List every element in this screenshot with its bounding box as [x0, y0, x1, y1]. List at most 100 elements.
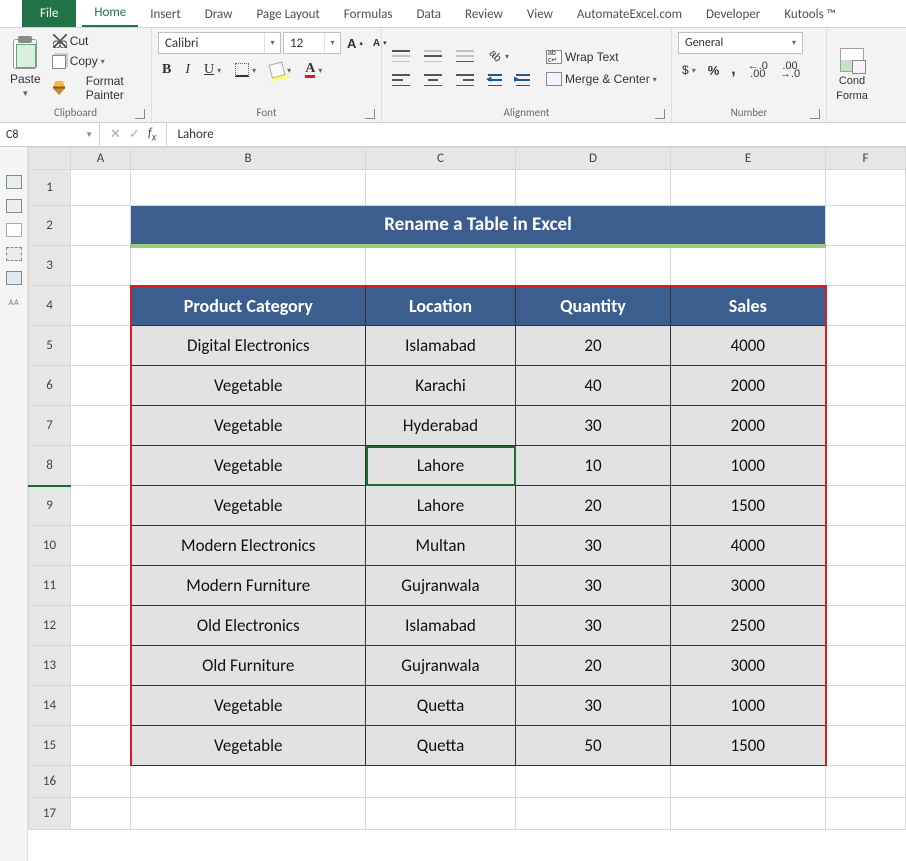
table-cell[interactable]: Gujranwala [366, 646, 516, 686]
cell[interactable] [826, 170, 906, 206]
dialog-launcher-icon[interactable] [810, 109, 820, 119]
tab-draw[interactable]: Draw [193, 1, 245, 27]
dialog-launcher-icon[interactable] [365, 109, 375, 119]
row-header[interactable]: 8 [29, 446, 71, 486]
table-cell[interactable]: 20 [516, 486, 671, 526]
tab-formulas[interactable]: Formulas [332, 1, 405, 27]
row-header[interactable]: 16 [29, 766, 71, 798]
cell[interactable] [826, 566, 906, 606]
align-left-button[interactable] [388, 71, 414, 89]
table-cell[interactable]: 3000 [671, 646, 826, 686]
conditional-formatting-button[interactable]: Cond Forma [834, 46, 870, 104]
tab-insert[interactable]: Insert [138, 1, 193, 27]
cell[interactable] [71, 246, 131, 286]
row-header[interactable]: 17 [29, 798, 71, 830]
table-header-cell[interactable]: Product Category [131, 286, 366, 326]
align-top-button[interactable] [388, 47, 414, 65]
cell[interactable] [826, 798, 906, 830]
cell[interactable] [671, 766, 826, 798]
cell[interactable] [516, 246, 671, 286]
table-cell[interactable]: Vegetable [131, 446, 366, 486]
tab-automateexcel[interactable]: AutomateExcel.com [565, 1, 694, 27]
cell[interactable] [826, 526, 906, 566]
font-color-button[interactable]: A▾ [301, 61, 326, 80]
font-name-select[interactable]: Calibri ▾ [158, 32, 281, 54]
accounting-button[interactable]: $▾ [678, 61, 700, 79]
table-cell[interactable]: Multan [366, 526, 516, 566]
gutter-icon[interactable] [6, 223, 22, 237]
row-header[interactable]: 12 [29, 606, 71, 646]
table-cell[interactable]: Quetta [366, 726, 516, 766]
table-header-cell[interactable]: Quantity [516, 286, 671, 326]
col-header[interactable]: C [366, 148, 516, 170]
row-header[interactable]: 2 [29, 206, 71, 246]
table-cell[interactable]: 30 [516, 606, 671, 646]
cell[interactable] [131, 246, 366, 286]
table-cell[interactable]: 2500 [671, 606, 826, 646]
cell[interactable] [826, 206, 906, 246]
format-painter-button[interactable]: Format Painter [49, 72, 145, 104]
tab-page-layout[interactable]: Page Layout [244, 1, 331, 27]
tab-file[interactable]: File [22, 0, 76, 27]
decrease-indent-button[interactable] [484, 72, 506, 88]
cell[interactable] [71, 206, 131, 246]
gutter-icon[interactable]: ᴀᴀ [8, 295, 19, 308]
cell[interactable] [826, 406, 906, 446]
row-header[interactable]: 9 [29, 486, 71, 526]
fill-color-button[interactable]: ▾ [266, 61, 295, 79]
table-cell[interactable]: Modern Electronics [131, 526, 366, 566]
cell[interactable] [71, 170, 131, 206]
table-cell[interactable]: Old Furniture [131, 646, 366, 686]
cell[interactable] [71, 366, 131, 406]
table-cell[interactable]: 30 [516, 406, 671, 446]
cell[interactable] [826, 366, 906, 406]
row-header[interactable]: 4 [29, 286, 71, 326]
cell[interactable] [826, 766, 906, 798]
table-cell[interactable]: 30 [516, 526, 671, 566]
align-bottom-button[interactable] [452, 47, 478, 65]
table-cell[interactable]: Islamabad [366, 606, 516, 646]
cell[interactable] [71, 726, 131, 766]
table-cell[interactable]: Karachi [366, 366, 516, 406]
table-cell[interactable]: 4000 [671, 526, 826, 566]
cell[interactable] [826, 646, 906, 686]
cell[interactable] [516, 798, 671, 830]
tab-review[interactable]: Review [453, 1, 515, 27]
table-cell[interactable]: 4000 [671, 326, 826, 366]
spreadsheet-grid[interactable]: A B C D E F 12Rename a Table in Excel34P… [28, 147, 906, 861]
row-header[interactable]: 15 [29, 726, 71, 766]
col-header[interactable]: A [71, 148, 131, 170]
tab-home[interactable]: Home [82, 0, 138, 27]
row-header[interactable]: 3 [29, 246, 71, 286]
cell[interactable] [826, 446, 906, 486]
grow-font-button[interactable]: A▴ [343, 34, 367, 53]
table-cell[interactable]: Islamabad [366, 326, 516, 366]
table-cell[interactable]: Lahore [366, 486, 516, 526]
table-cell[interactable]: 30 [516, 566, 671, 606]
cell[interactable] [366, 246, 516, 286]
dialog-launcher-icon[interactable] [135, 109, 145, 119]
col-header[interactable]: F [826, 148, 906, 170]
table-cell[interactable]: Vegetable [131, 726, 366, 766]
table-cell[interactable]: 1500 [671, 726, 826, 766]
cell[interactable] [131, 766, 366, 798]
font-size-select[interactable]: 12 ▾ [283, 32, 341, 54]
accept-formula-icon[interactable]: ✓ [129, 127, 140, 142]
table-cell[interactable]: 1000 [671, 686, 826, 726]
cancel-formula-icon[interactable]: ✕ [110, 127, 121, 142]
table-cell[interactable]: 20 [516, 326, 671, 366]
gutter-icon[interactable] [6, 271, 22, 285]
cell[interactable] [826, 326, 906, 366]
cell[interactable] [366, 766, 516, 798]
table-cell[interactable]: Modern Furniture [131, 566, 366, 606]
copy-button[interactable]: Copy ▾ [49, 52, 145, 70]
orientation-button[interactable]: ab▾ [484, 47, 513, 65]
cell[interactable] [71, 686, 131, 726]
cell[interactable] [71, 406, 131, 446]
number-format-select[interactable]: General ▾ [678, 32, 803, 54]
table-cell[interactable]: Vegetable [131, 366, 366, 406]
percent-button[interactable]: % [704, 61, 724, 80]
table-cell[interactable]: 1000 [671, 446, 826, 486]
formula-input[interactable]: Lahore [167, 127, 906, 142]
row-header[interactable]: 7 [29, 406, 71, 446]
